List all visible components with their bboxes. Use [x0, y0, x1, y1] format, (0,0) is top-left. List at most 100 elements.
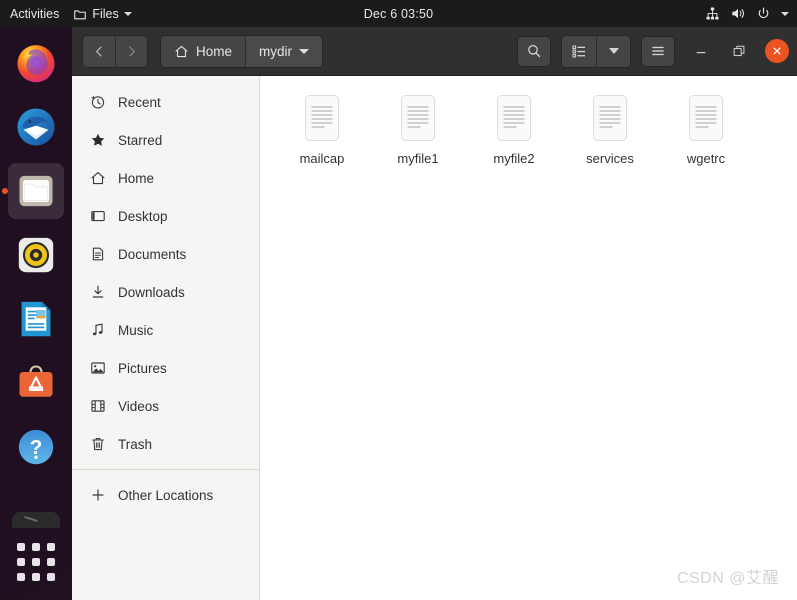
- clock-icon: [89, 94, 106, 111]
- sidebar-item-label: Documents: [118, 246, 187, 262]
- music-note-icon: [89, 322, 106, 339]
- app-menu-label: Files: [92, 6, 119, 21]
- app-menu-files[interactable]: Files: [73, 6, 132, 21]
- sidebar-item-trash[interactable]: Trash: [72, 425, 259, 463]
- sidebar-item-label: Desktop: [118, 208, 168, 224]
- text-file-icon: [689, 95, 723, 141]
- breadcrumb-label: Home: [196, 43, 233, 59]
- file-item[interactable]: wgetrc: [658, 88, 754, 174]
- system-tray[interactable]: [705, 6, 789, 21]
- text-file-icon: [305, 95, 339, 141]
- activities-button[interactable]: Activities: [0, 7, 73, 21]
- dock-item-files[interactable]: [8, 163, 64, 219]
- sidebar-item-label: Videos: [118, 398, 160, 414]
- minimize-button[interactable]: [689, 39, 713, 63]
- video-icon: [89, 398, 106, 415]
- firefox-icon: [17, 45, 55, 83]
- dock-item-thunderbird[interactable]: [8, 99, 64, 155]
- back-icon: [95, 46, 102, 56]
- desktop-icon: [89, 208, 106, 225]
- sidebar-item-downloads[interactable]: Downloads: [72, 273, 259, 311]
- power-icon: [756, 6, 771, 21]
- hamburger-menu-icon: [652, 46, 664, 56]
- show-applications-button[interactable]: [8, 534, 64, 590]
- sidebar-item-videos[interactable]: Videos: [72, 387, 259, 425]
- watermark: CSDN @艾醒: [676, 570, 779, 587]
- chevron-down-icon: [608, 48, 619, 54]
- list-view-icon: [572, 45, 585, 58]
- sidebar-item-starred[interactable]: Starred: [72, 121, 259, 159]
- dock-item-partial[interactable]: [12, 512, 60, 528]
- file-item[interactable]: services: [562, 88, 658, 174]
- files-icon: [19, 175, 53, 207]
- minimize-icon: [696, 52, 706, 54]
- breadcrumb-item-home[interactable]: Home: [161, 35, 246, 67]
- dock-item-firefox[interactable]: [8, 35, 64, 91]
- sidebar-item-label: Other Locations: [118, 487, 214, 503]
- plus-icon: [89, 487, 106, 504]
- ubuntu-software-icon: [19, 365, 53, 397]
- dock-item-libreoffice-writer[interactable]: [8, 291, 64, 347]
- sidebar-item-label: Pictures: [118, 360, 167, 376]
- chevron-down-icon: [123, 11, 132, 16]
- sidebar-item-label: Trash: [118, 436, 153, 452]
- help-icon: ?: [18, 429, 54, 465]
- file-name: myfile2: [493, 151, 535, 166]
- svg-text:?: ?: [30, 436, 43, 459]
- rhythmbox-icon: [18, 237, 54, 273]
- view-options-button[interactable]: [596, 35, 630, 67]
- sidebar-item-label: Starred: [118, 132, 163, 148]
- sidebar-item-other-locations[interactable]: Other Locations: [72, 476, 259, 514]
- dock-item-rhythmbox[interactable]: [8, 227, 64, 283]
- file-name: mailcap: [299, 151, 345, 166]
- sidebar-item-documents[interactable]: Documents: [72, 235, 259, 273]
- dock-item-help[interactable]: ?: [8, 419, 64, 475]
- download-icon: [89, 284, 106, 301]
- files-app-icon: [73, 7, 87, 21]
- window-header-bar: Home mydir: [72, 27, 797, 76]
- file-item[interactable]: myfile2: [466, 88, 562, 174]
- sidebar-item-home[interactable]: Home: [72, 159, 259, 197]
- forward-button[interactable]: [115, 35, 147, 67]
- text-file-icon: [401, 95, 435, 141]
- maximize-icon: [733, 45, 745, 57]
- search-button[interactable]: [517, 35, 551, 67]
- star-icon: [89, 132, 106, 149]
- sidebar-item-desktop[interactable]: Desktop: [72, 197, 259, 235]
- file-view[interactable]: mailcap myfile1 myfile2 services wgetrc …: [260, 76, 797, 600]
- sidebar-item-label: Music: [118, 322, 154, 338]
- chevron-down-icon: [781, 11, 789, 16]
- maximize-button[interactable]: [727, 39, 751, 63]
- trash-icon: [89, 436, 106, 453]
- file-item[interactable]: myfile1: [370, 88, 466, 174]
- search-icon: [528, 44, 541, 58]
- ubuntu-dock: ?: [0, 27, 72, 600]
- sidebar-item-label: Home: [118, 170, 155, 186]
- file-item[interactable]: mailcap: [274, 88, 370, 174]
- files-window: Home mydir Recent Starred Home Desktop D…: [72, 27, 797, 600]
- view-mode-group: [561, 34, 631, 68]
- back-button[interactable]: [83, 35, 115, 67]
- file-name: myfile1: [397, 151, 439, 166]
- sidebar-item-label: Recent: [118, 94, 161, 110]
- close-button[interactable]: [765, 39, 789, 63]
- file-name: services: [586, 151, 634, 166]
- list-view-button[interactable]: [562, 35, 596, 67]
- breadcrumb-item-mydir[interactable]: mydir: [245, 35, 323, 67]
- text-file-icon: [497, 95, 531, 141]
- forward-icon: [129, 46, 135, 56]
- home-icon: [174, 44, 189, 59]
- dock-item-ubuntu-software[interactable]: [8, 355, 64, 411]
- sidebar-item-music[interactable]: Music: [72, 311, 259, 349]
- sidebar-item-recent[interactable]: Recent: [72, 83, 259, 121]
- sidebar-item-pictures[interactable]: Pictures: [72, 349, 259, 387]
- thunderbird-icon: [17, 108, 55, 146]
- picture-icon: [89, 360, 106, 377]
- home-icon: [89, 170, 106, 187]
- file-grid: mailcap myfile1 myfile2 services wgetrc: [260, 76, 797, 174]
- volume-icon: [730, 6, 746, 21]
- network-wired-icon: [705, 6, 720, 21]
- places-sidebar: Recent Starred Home Desktop Documents Do…: [72, 76, 260, 600]
- main-menu-button[interactable]: [641, 35, 675, 67]
- sidebar-separator: [72, 469, 259, 470]
